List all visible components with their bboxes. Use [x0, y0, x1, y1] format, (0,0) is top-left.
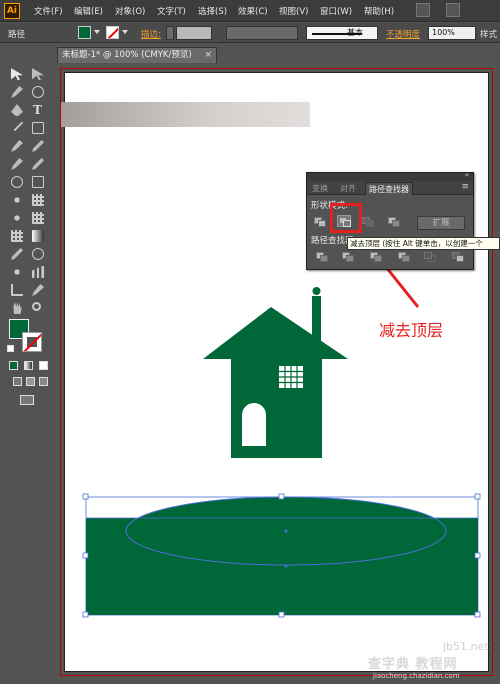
watermark-brand: 查字典 教程网 — [368, 657, 458, 672]
exclude-button[interactable] — [387, 216, 401, 228]
illustrator-window: Ai 文件(F) 编辑(E) 对象(O) 文字(T) 选择(S) 效果(C) 视… — [0, 0, 500, 684]
panel-tabs: 变换 对齐 路径查找器 ≡ — [307, 181, 473, 195]
ellipse-center-point — [284, 529, 288, 533]
selected-shapes — [82, 493, 481, 618]
merge-button[interactable] — [369, 251, 383, 263]
artwork-layer[interactable] — [0, 0, 500, 684]
divide-icon-part — [320, 255, 328, 262]
merge-icon-part — [374, 255, 382, 262]
panel-titlebar[interactable]: « — [307, 171, 473, 181]
annotation-label: 减去顶层 — [379, 321, 444, 340]
panel-menu-icon[interactable]: ≡ — [461, 182, 469, 192]
minus-back-icon-part — [456, 255, 464, 262]
minus-back-button[interactable] — [451, 251, 465, 263]
crop-icon-part — [402, 255, 410, 262]
crop-button[interactable] — [397, 251, 411, 263]
minus-front-highlight-box — [330, 203, 362, 233]
collapse-icon[interactable]: « — [465, 171, 469, 179]
expand-button[interactable]: 扩展 — [417, 216, 465, 230]
house-door — [242, 403, 266, 446]
tab-align[interactable]: 对齐 — [337, 182, 359, 195]
tab-pathfinder[interactable]: 路径查找器 — [365, 182, 413, 195]
house-chimney — [312, 296, 321, 341]
trim-button[interactable] — [341, 251, 355, 263]
intersect-icon-part — [366, 220, 374, 227]
divide-button[interactable] — [315, 251, 329, 263]
house-window — [279, 366, 303, 388]
house-roof — [203, 307, 348, 359]
tab-transform[interactable]: 变换 — [309, 182, 331, 195]
watermark-site: jb51.net — [443, 640, 489, 653]
tooltip: 减去顶层 (按住 Alt 键单击，以创建一个 — [347, 237, 500, 250]
intersect-button[interactable] — [361, 216, 375, 228]
rectangle-center-point — [284, 564, 288, 568]
watermark-url: jiaocheng.chazidian.com — [373, 672, 460, 680]
exclude-icon-part — [392, 220, 400, 227]
outline-button[interactable] — [423, 251, 437, 263]
trim-icon-part — [346, 255, 354, 262]
chimney-smoke-dot — [312, 287, 321, 295]
outline-icon-part — [428, 255, 436, 262]
house-illustration — [203, 287, 348, 458]
unite-button[interactable] — [313, 216, 327, 228]
unite-icon-part — [318, 220, 326, 227]
